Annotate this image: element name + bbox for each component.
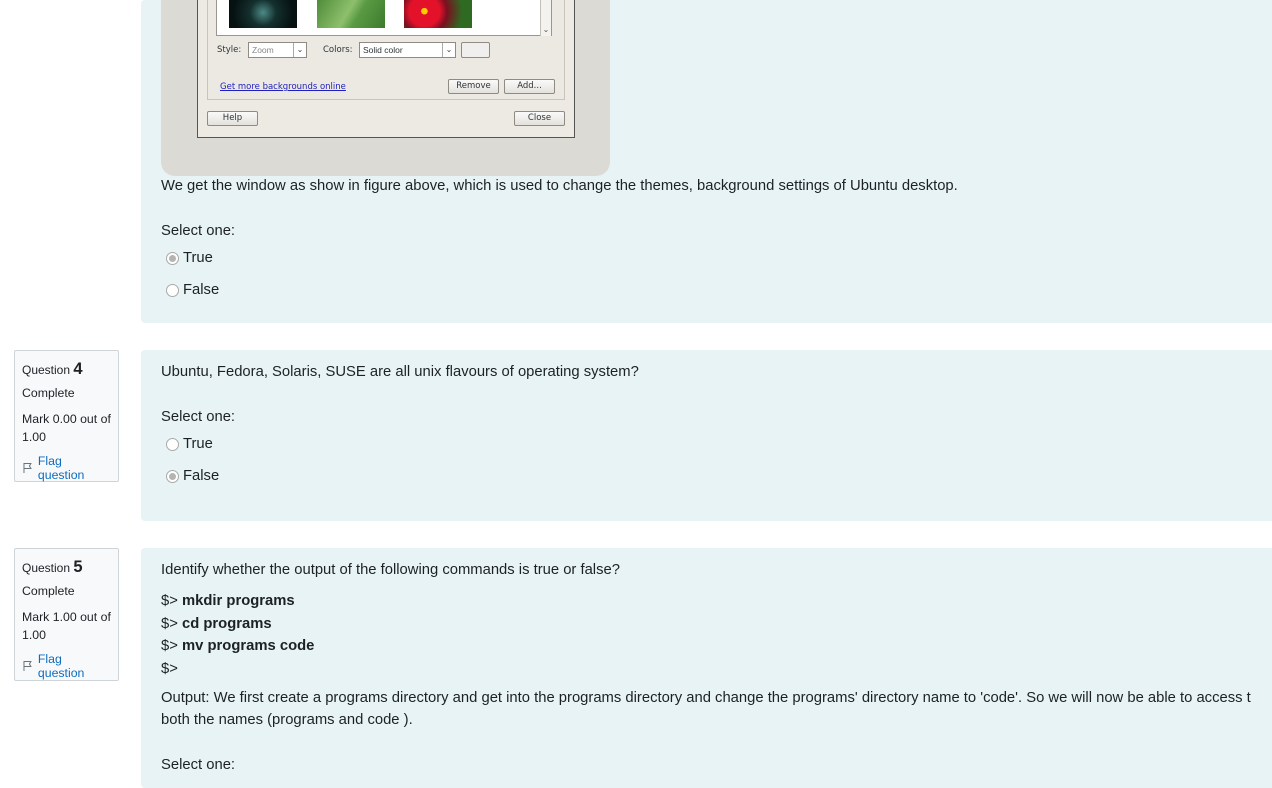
question-5-select-one: Select one: [161, 757, 236, 773]
command-line: $> mkdir programs [161, 590, 314, 613]
flag-icon [23, 463, 32, 473]
question-state: Complete [22, 386, 75, 400]
question-5-output-line-2: both the names (programs and code ). [161, 712, 413, 728]
colors-combo: Solid color ⌄ [359, 42, 456, 58]
question-4-text: Ubuntu, Fedora, Solaris, SUSE are all un… [161, 364, 639, 380]
flag-question-label: Flag question [37, 652, 85, 680]
question-5-text: Identify whether the output of the follo… [161, 562, 620, 578]
radio-button-selected[interactable] [166, 469, 179, 483]
question-number-value: 4 [73, 360, 83, 378]
question-5-output-line-1: Output: We first create a programs direc… [161, 690, 1251, 706]
thumbnail-flower [404, 0, 472, 28]
question-4-option-false[interactable]: False [166, 468, 219, 484]
question-5-info: Question 5 Complete Mark 1.00 out of 1.0… [14, 548, 119, 681]
question-state: Complete [22, 584, 75, 598]
radio-button-selected[interactable] [166, 251, 179, 265]
question-grade: Mark 1.00 out of 1.00 [22, 610, 111, 642]
command-text: mkdir programs [182, 593, 295, 609]
thumbnail-dark [229, 0, 297, 28]
color-swatch [461, 42, 490, 58]
shell-prompt: $> [161, 638, 178, 654]
colors-value: Solid color [363, 45, 403, 55]
command-text: mv programs code [182, 638, 315, 654]
command-list: $> mkdir programs $> cd programs $> mv p… [161, 590, 314, 680]
list-scrollbar: ⌄ [540, 0, 551, 36]
question-3-image: ⌄ Style: Zoom ⌄ Colors: Solid color ⌄ Ge… [161, 0, 610, 176]
question-3-text: We get the window as show in figure abov… [161, 178, 958, 194]
chevron-down-icon: ⌄ [442, 43, 455, 57]
option-label: False [183, 468, 220, 484]
question-3-option-true[interactable]: True [166, 250, 213, 266]
help-button: Help [207, 111, 258, 126]
flag-question-link[interactable]: Flag question [22, 652, 111, 680]
question-grade: Mark 0.00 out of 1.00 [22, 412, 111, 444]
remove-button: Remove [448, 79, 499, 94]
flag-question-label: Flag question [37, 454, 85, 482]
shell-prompt: $> [161, 593, 178, 609]
option-label: True [183, 436, 213, 452]
command-text: cd programs [182, 615, 272, 632]
question-4-select-one: Select one: [161, 409, 236, 425]
background-panel: ⌄ Style: Zoom ⌄ Colors: Solid color ⌄ Ge… [207, 0, 565, 100]
option-label: True [183, 250, 213, 266]
style-combo: Zoom ⌄ [248, 42, 307, 58]
option-label: False [183, 282, 220, 298]
thumbnail-leaf [317, 0, 385, 28]
question-label: Question [22, 561, 71, 575]
command-line: $> mv programs code [161, 635, 314, 658]
command-line: $> [161, 658, 314, 681]
question-label: Question [22, 363, 71, 377]
question-number-value: 5 [73, 558, 83, 576]
question-4-option-true[interactable]: True [166, 436, 213, 452]
question-3-select-one: Select one: [161, 223, 236, 239]
question-number: Question 4 [22, 360, 111, 379]
shell-prompt: $> [161, 615, 178, 632]
add-button: Add... [504, 79, 555, 94]
flag-icon [23, 661, 32, 671]
command-line: $> cd programs [161, 613, 314, 636]
background-list: ⌄ [216, 0, 552, 36]
question-4-info: Question 4 Complete Mark 0.00 out of 1.0… [14, 350, 119, 482]
shell-prompt: $> [161, 660, 178, 677]
radio-button[interactable] [166, 283, 179, 297]
style-value: Zoom [252, 45, 274, 55]
flag-question-link[interactable]: Flag question [22, 454, 111, 482]
colors-label: Colors: [323, 45, 353, 55]
appearance-dialog-image: ⌄ Style: Zoom ⌄ Colors: Solid color ⌄ Ge… [197, 0, 575, 138]
style-label: Style: [217, 45, 242, 55]
question-3-option-false[interactable]: False [166, 282, 219, 298]
radio-button[interactable] [166, 437, 179, 451]
chevron-down-icon: ⌄ [293, 43, 306, 57]
more-backgrounds-link: Get more backgrounds online [220, 82, 346, 92]
close-button: Close [514, 111, 565, 126]
question-number: Question 5 [22, 558, 111, 577]
